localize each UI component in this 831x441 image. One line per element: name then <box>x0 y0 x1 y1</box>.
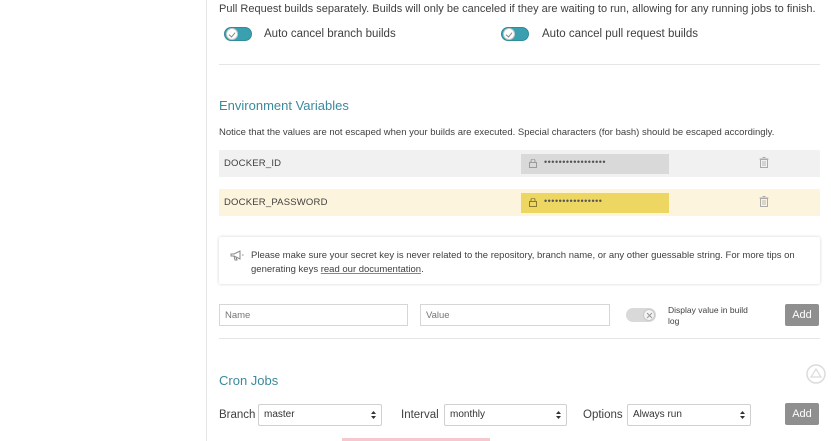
divider <box>219 338 820 339</box>
env-var-row: DOCKER_PASSWORD •••••••••••••••• <box>219 189 820 216</box>
tip-end: . <box>421 264 424 275</box>
cron-branch-value: master <box>264 409 295 420</box>
cron-options-label: Options <box>583 409 623 421</box>
env-var-value[interactable]: ••••••••••••••••• <box>521 154 669 174</box>
display-value-toggle[interactable] <box>626 308 656 322</box>
toggle-knob <box>643 309 655 321</box>
select-arrows-icon <box>556 411 561 419</box>
sidebar <box>0 0 207 441</box>
cron-options-value: Always run <box>633 409 682 420</box>
env-name-input[interactable] <box>219 304 408 326</box>
select-arrows-icon <box>740 411 745 419</box>
lock-icon <box>529 159 537 168</box>
add-env-var-button[interactable]: Add <box>785 304 819 326</box>
toggle-knob <box>503 28 515 40</box>
cron-jobs-title: Cron Jobs <box>219 373 279 388</box>
documentation-link[interactable]: read our documentation <box>321 264 421 275</box>
cron-interval-label: Interval <box>401 409 439 421</box>
env-vars-title: Environment Variables <box>219 98 349 113</box>
select-arrows-icon <box>371 411 376 419</box>
builds-intro-text: Pull Request builds separately. Builds w… <box>219 3 816 15</box>
cron-options-select[interactable]: Always run <box>627 404 751 426</box>
security-tip-text: Please make sure your secret key is neve… <box>251 249 811 277</box>
add-cron-job-button[interactable]: Add <box>785 403 819 425</box>
masked-value: •••••••••••••••• <box>544 196 603 206</box>
trash-icon[interactable] <box>759 157 769 168</box>
settings-main: Pull Request builds separately. Builds w… <box>207 0 831 441</box>
security-tip-box: Please make sure your secret key is neve… <box>219 237 820 284</box>
env-var-name: DOCKER_PASSWORD <box>224 197 328 208</box>
watermark-icon <box>806 364 826 384</box>
env-value-input[interactable] <box>420 304 610 326</box>
cron-interval-value: monthly <box>450 409 486 420</box>
trash-icon[interactable] <box>759 196 769 207</box>
megaphone-icon <box>230 250 244 261</box>
toggle-knob <box>226 28 238 40</box>
lock-icon <box>529 198 537 207</box>
auto-cancel-branch-toggle[interactable] <box>224 27 252 41</box>
env-var-name: DOCKER_ID <box>224 158 282 169</box>
cron-interval-select[interactable]: monthly <box>444 404 567 426</box>
auto-cancel-branch-label: Auto cancel branch builds <box>264 28 396 40</box>
auto-cancel-pr-toggle[interactable] <box>501 27 529 41</box>
auto-cancel-pr-label: Auto cancel pull request builds <box>542 28 698 40</box>
masked-value: ••••••••••••••••• <box>544 157 607 167</box>
cron-branch-select[interactable]: master <box>258 404 382 426</box>
env-vars-notice: Notice that the values are not escaped w… <box>219 127 775 138</box>
display-value-label: Display value in build log <box>668 305 748 326</box>
divider <box>219 64 820 65</box>
env-var-row: DOCKER_ID ••••••••••••••••• <box>219 150 820 177</box>
cron-branch-label: Branch <box>219 409 256 421</box>
env-var-value[interactable]: •••••••••••••••• <box>521 193 669 213</box>
